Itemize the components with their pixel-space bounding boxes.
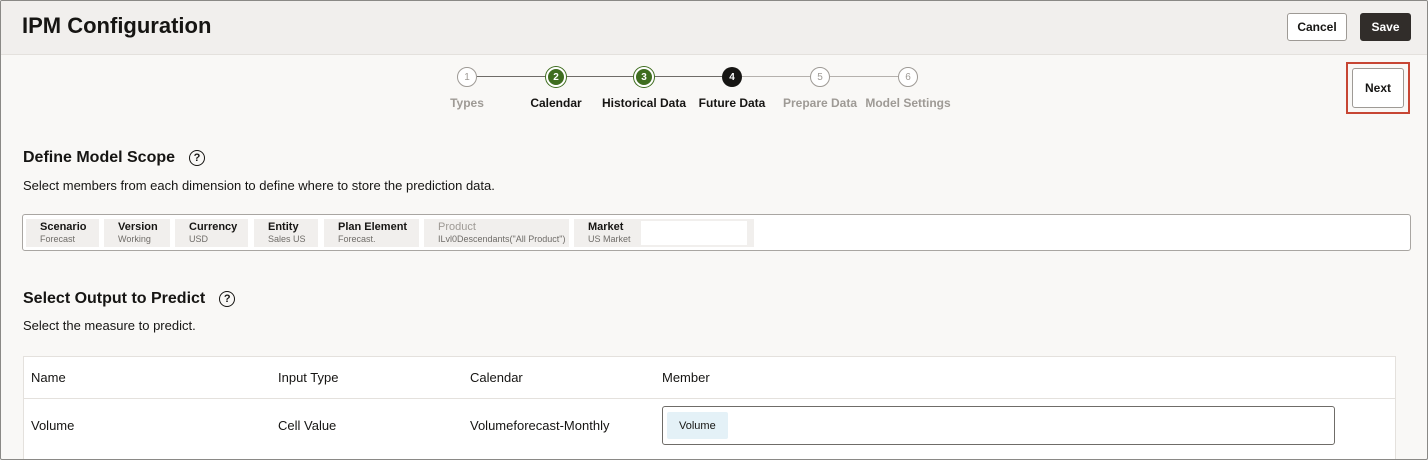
next-button[interactable]: Next bbox=[1352, 68, 1404, 108]
step-number-badge: 6 bbox=[898, 67, 918, 87]
cell-input-type: Cell Value bbox=[278, 418, 337, 433]
column-header-input-type: Input Type bbox=[278, 370, 339, 385]
help-icon[interactable]: ? bbox=[189, 150, 206, 166]
page-header: IPM Configuration Cancel Save bbox=[1, 1, 1427, 55]
pov-empty-slot-input[interactable] bbox=[641, 221, 747, 245]
train-step-calendar[interactable]: 2 Calendar bbox=[506, 67, 606, 110]
step-number-badge: 5 bbox=[810, 67, 830, 87]
output-description: Select the measure to predict. bbox=[23, 318, 196, 333]
pov-member: USD bbox=[189, 234, 209, 244]
step-number-badge: 2 bbox=[546, 67, 566, 87]
pov-chip-entity[interactable]: Entity Sales US bbox=[254, 219, 318, 247]
column-header-member: Member bbox=[662, 370, 710, 385]
pov-dimension: Product bbox=[438, 221, 476, 233]
pov-chip-scenario[interactable]: Scenario Forecast bbox=[26, 219, 99, 247]
step-label: Prepare Data bbox=[782, 96, 858, 110]
step-label: Model Settings bbox=[865, 96, 951, 110]
model-scope-heading: Define Model Scope ? bbox=[23, 149, 206, 167]
step-number-badge: 1 bbox=[457, 67, 477, 87]
output-heading: Select Output to Predict ? bbox=[23, 290, 236, 308]
pov-dimension: Entity bbox=[268, 221, 299, 233]
output-title: Select Output to Predict bbox=[23, 290, 206, 307]
pov-dimension: Plan Element bbox=[338, 221, 408, 233]
configuration-train: 1 Types 2 Calendar 3 Historical Data 4 F… bbox=[1, 65, 1427, 121]
pov-member: ILvl0Descendants("All Product") bbox=[438, 234, 566, 244]
pov-member: Working bbox=[118, 234, 151, 244]
pov-bar: Scenario Forecast Version Working Curren… bbox=[22, 214, 1411, 251]
train-step-types[interactable]: 1 Types bbox=[417, 67, 517, 110]
member-selector-input[interactable]: Volume bbox=[662, 406, 1335, 445]
pov-dimension: Version bbox=[118, 221, 158, 233]
output-table: Name Input Type Calendar Member Volume C… bbox=[23, 356, 1396, 459]
pov-chip-market[interactable]: Market US Market bbox=[574, 219, 638, 247]
step-number-badge: 3 bbox=[634, 67, 654, 87]
pov-chip-version[interactable]: Version Working bbox=[104, 219, 170, 247]
train-step-prepare-data[interactable]: 5 Prepare Data bbox=[770, 67, 870, 110]
pov-member: US Market bbox=[588, 234, 631, 244]
step-label: Future Data bbox=[698, 96, 766, 110]
ipm-configuration-window: IPM Configuration Cancel Save 1 Types 2 … bbox=[0, 0, 1428, 460]
train-step-future-data[interactable]: 4 Future Data bbox=[682, 67, 782, 110]
pov-member: Forecast. bbox=[338, 234, 376, 244]
step-number-badge: 4 bbox=[722, 67, 742, 87]
column-header-calendar: Calendar bbox=[470, 370, 523, 385]
pov-dimension: Scenario bbox=[40, 221, 87, 233]
train-step-model-settings[interactable]: 6 Model Settings bbox=[858, 67, 958, 110]
cell-calendar: Volumeforecast-Monthly bbox=[470, 418, 610, 433]
step-label: Types bbox=[450, 96, 484, 110]
help-icon[interactable]: ? bbox=[219, 291, 236, 307]
save-button[interactable]: Save bbox=[1360, 13, 1411, 41]
cell-name: Volume bbox=[31, 418, 75, 433]
header-divider bbox=[24, 398, 1395, 399]
model-scope-title: Define Model Scope bbox=[23, 149, 176, 166]
pov-chip-currency[interactable]: Currency USD bbox=[175, 219, 248, 247]
pov-chip-product: Product ILvl0Descendants("All Product") bbox=[424, 219, 569, 247]
pov-member: Forecast bbox=[40, 234, 76, 244]
model-scope-description: Select members from each dimension to de… bbox=[23, 178, 495, 193]
pov-dimension: Currency bbox=[189, 221, 238, 233]
step-label: Calendar bbox=[530, 96, 582, 110]
pov-chip-plan-element[interactable]: Plan Element Forecast. bbox=[324, 219, 419, 247]
page-title: IPM Configuration bbox=[22, 13, 212, 38]
pov-member: Sales US bbox=[268, 234, 306, 244]
step-label: Historical Data bbox=[601, 96, 687, 110]
train-step-historical-data[interactable]: 3 Historical Data bbox=[594, 67, 694, 110]
pov-dimension: Market bbox=[588, 221, 624, 233]
cancel-button[interactable]: Cancel bbox=[1287, 13, 1347, 41]
member-chip[interactable]: Volume bbox=[667, 412, 728, 439]
column-header-name: Name bbox=[31, 370, 66, 385]
